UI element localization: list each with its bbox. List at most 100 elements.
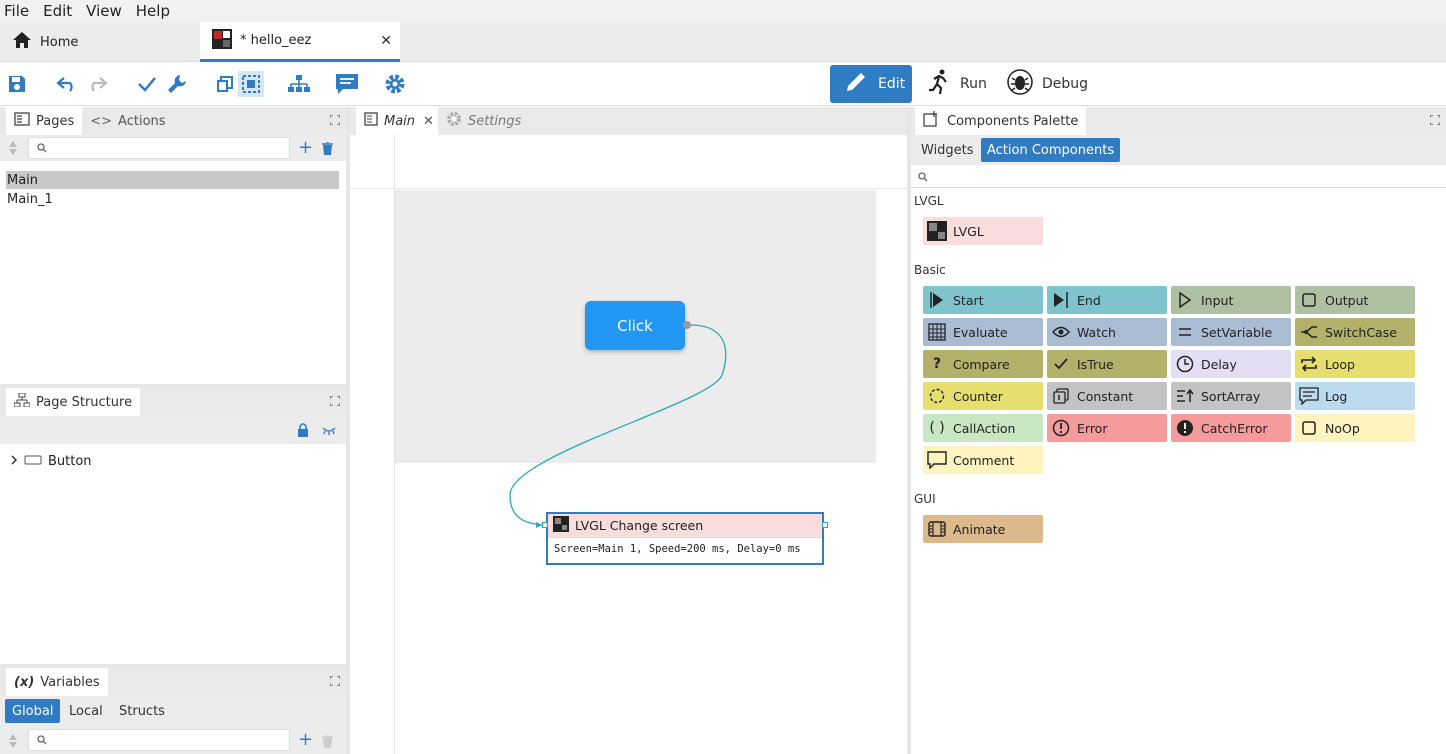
page-item-main-1[interactable]: Main_1 <box>6 190 339 208</box>
component-callaction[interactable]: ( ) CallAction <box>923 414 1043 442</box>
component-watch[interactable]: Watch <box>1047 318 1167 346</box>
debug-mode-label: Debug <box>1042 76 1089 92</box>
lock-icon[interactable] <box>297 423 309 441</box>
input-port[interactable] <box>542 522 548 528</box>
component-evaluate[interactable]: Evaluate <box>923 318 1043 346</box>
component-label: Evaluate <box>953 324 1008 340</box>
component-sortarray[interactable]: SortArray <box>1171 382 1291 410</box>
eye-closed-icon[interactable] <box>322 425 336 440</box>
tab-variables[interactable]: (x) Variables <box>6 668 108 696</box>
component-compare[interactable]: ? Compare <box>923 350 1043 378</box>
repeat-icon <box>1299 354 1319 374</box>
close-tab-icon[interactable]: ✕ <box>380 33 392 49</box>
maximize-icon[interactable] <box>329 395 341 407</box>
tab-main[interactable]: Main ✕ <box>356 107 438 135</box>
component-setvariable[interactable]: SetVariable <box>1171 318 1291 346</box>
component-output[interactable]: Output <box>1295 286 1415 314</box>
component-catcherror[interactable]: CatchError <box>1171 414 1291 442</box>
component-loop[interactable]: Loop <box>1295 350 1415 378</box>
run-mode-button[interactable]: Run <box>922 65 992 103</box>
component-istrue[interactable]: IsTrue <box>1047 350 1167 378</box>
eye-icon <box>1051 322 1071 342</box>
palette-panel-header: Components Palette <box>911 107 1446 135</box>
add-page-icon[interactable]: + <box>298 139 313 157</box>
component-switchcase[interactable]: SwitchCase <box>1295 318 1415 346</box>
maximize-icon[interactable] <box>1429 114 1441 126</box>
tab-structs[interactable]: Structs <box>112 699 172 723</box>
variables-search-input[interactable] <box>28 729 290 751</box>
palette-title: Components Palette <box>947 113 1079 129</box>
maximize-icon[interactable] <box>329 114 341 126</box>
page-icon <box>364 112 378 130</box>
tree-item-label: Button <box>48 453 92 469</box>
tree-item-button[interactable]: Button <box>10 452 92 470</box>
lvgl-change-screen-node[interactable]: LVGL Change screen Screen=Main 1, Speed=… <box>542 512 828 565</box>
runner-icon <box>928 69 952 99</box>
component-constant[interactable]: Constant <box>1047 382 1167 410</box>
component-error[interactable]: Error <box>1047 414 1167 442</box>
tab-pages[interactable]: Pages <box>6 107 83 135</box>
close-tab-icon[interactable]: ✕ <box>423 114 434 129</box>
tab-components-palette[interactable]: Components Palette <box>915 107 1087 135</box>
tab-settings[interactable]: Settings <box>438 107 529 135</box>
build-wrench-icon[interactable] <box>164 71 190 97</box>
frame-icon[interactable] <box>212 71 238 97</box>
menu-help[interactable]: Help <box>136 2 170 20</box>
hierarchy-icon[interactable] <box>286 71 312 97</box>
palette-search-input[interactable] <box>911 165 1446 188</box>
component-start[interactable]: Start <box>923 286 1043 314</box>
comment-icon[interactable] <box>334 71 360 97</box>
component-label: Counter <box>953 388 1003 404</box>
chevron-right-icon[interactable] <box>10 454 18 469</box>
debug-mode-button[interactable]: Debug <box>1000 65 1090 103</box>
menu-view[interactable]: View <box>86 2 122 20</box>
splitter[interactable] <box>907 107 911 754</box>
maximize-icon[interactable] <box>329 675 341 687</box>
tab-action-components[interactable]: Action Components <box>981 138 1121 162</box>
editor-tab-bar: Main ✕ Settings <box>350 107 907 135</box>
redo-icon[interactable] <box>84 71 110 97</box>
component-delay[interactable]: Delay <box>1171 350 1291 378</box>
output-port[interactable] <box>822 522 828 528</box>
component-label: Output <box>1325 292 1369 308</box>
flow-canvas[interactable]: Click LVGL Change screen Screen=Main 1, … <box>350 135 907 754</box>
add-variable-icon[interactable]: + <box>298 731 313 749</box>
gear-icon[interactable] <box>382 71 408 97</box>
check-icon[interactable] <box>134 71 160 97</box>
delete-page-icon[interactable] <box>322 141 333 159</box>
component-label: Compare <box>953 356 1010 372</box>
pages-search-input[interactable] <box>28 137 290 159</box>
component-noop[interactable]: NoOp <box>1295 414 1415 442</box>
component-comment[interactable]: Comment <box>923 446 1043 474</box>
component-log[interactable]: Log <box>1295 382 1415 410</box>
select-frame-icon[interactable] <box>238 71 264 97</box>
tab-local[interactable]: Local <box>62 699 110 723</box>
save-icon[interactable] <box>4 71 30 97</box>
run-mode-label: Run <box>960 76 987 92</box>
component-end[interactable]: End <box>1047 286 1167 314</box>
menu-file[interactable]: File <box>4 2 29 20</box>
component-lvgl[interactable]: LVGL <box>923 217 1043 245</box>
constant-icon <box>1051 386 1071 406</box>
sort-icon[interactable] <box>9 141 17 159</box>
tab-actions[interactable]: <> Actions <box>82 107 173 135</box>
tab-project[interactable]: * hello_eez ✕ <box>200 22 400 62</box>
lvgl-icon <box>553 516 569 535</box>
component-label: End <box>1077 292 1101 308</box>
sort-icon[interactable] <box>9 734 17 752</box>
component-animate[interactable]: Animate <box>923 515 1043 543</box>
tab-widgets[interactable]: Widgets <box>915 138 980 162</box>
undo-icon[interactable] <box>54 71 80 97</box>
component-counter[interactable]: Counter <box>923 382 1043 410</box>
tab-global[interactable]: Global <box>5 699 61 723</box>
page-item-main[interactable]: Main <box>6 171 339 189</box>
menu-edit[interactable]: Edit <box>43 2 72 20</box>
app-tab-bar: Home * hello_eez ✕ <box>0 22 1446 62</box>
edit-mode-button[interactable]: Edit <box>830 65 912 103</box>
output-square-icon <box>1299 290 1319 310</box>
delete-variable-icon[interactable] <box>322 734 333 752</box>
component-input[interactable]: Input <box>1171 286 1291 314</box>
structure-toolbar <box>0 416 346 444</box>
tab-page-structure[interactable]: Page Structure <box>6 388 141 416</box>
tab-home[interactable]: Home <box>0 22 200 62</box>
